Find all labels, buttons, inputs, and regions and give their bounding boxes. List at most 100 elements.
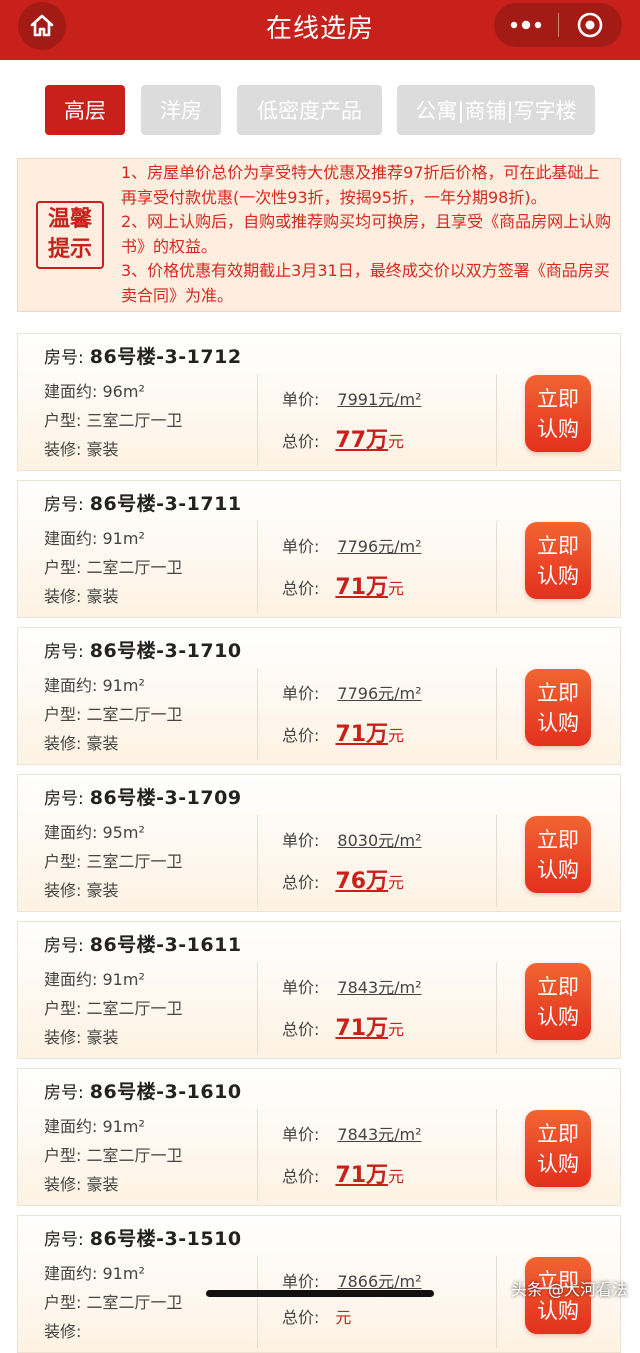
total-price-unit: 元 — [388, 432, 405, 451]
subscribe-button[interactable]: 立即 认购 — [525, 375, 591, 452]
tab-commercial[interactable]: 公寓|商铺|写字楼 — [397, 85, 595, 135]
unit-price-value: 7843元/m² — [337, 978, 422, 997]
area-label: 建面约: — [44, 1264, 98, 1283]
total-price-unit: 元 — [335, 1308, 352, 1327]
layout-row: 户型: 二室二厅一卫 — [44, 1289, 183, 1313]
notice-badge-line2: 提示 — [47, 237, 92, 262]
total-price-value: 71万 — [335, 1163, 389, 1188]
unit-price-value: 7866元/m² — [337, 1272, 422, 1291]
mini-program-capsule — [494, 3, 622, 47]
area-label: 建面约: — [44, 970, 98, 989]
subscribe-button[interactable]: 立即 认购 — [525, 1110, 591, 1187]
layout-label: 户型: — [44, 558, 82, 577]
notice-badge: 温馨 提示 — [36, 201, 104, 269]
unit-price-label: 单价: — [282, 831, 320, 850]
total-price-row: 总价: 77万元 — [282, 422, 404, 454]
room-number: 房号: 86号楼-3-1710 — [44, 636, 242, 663]
unit-price-label: 单价: — [282, 537, 320, 556]
listing-card[interactable]: 房号: 86号楼-3-1712 建面约: 96m² 户型: 三室二厅一卫装修: 豪装 单… — [17, 333, 621, 471]
unit-price-row: 单价: 7991元/m² — [282, 386, 422, 410]
room-value: 86号楼-3-1711 — [89, 493, 242, 515]
subscribe-button-line2: 认购 — [537, 416, 579, 441]
area-label: 建面约: — [44, 529, 98, 548]
subscribe-button[interactable]: 立即 认购 — [525, 816, 591, 893]
room-value: 86号楼-3-1610 — [89, 1081, 242, 1103]
room-value: 86号楼-3-1510 — [89, 1228, 242, 1250]
decor-label: 装修: — [44, 440, 82, 459]
layout-value: 二室二厅一卫 — [86, 705, 183, 724]
notice-line-1: 1、房屋单价总价为享受特大优惠及推荐97折后价格，可在此基础上再享受付款优惠(一… — [121, 163, 600, 207]
decor-value: 豪装 — [86, 440, 119, 459]
total-price-unit: 元 — [388, 579, 405, 598]
layout-label: 户型: — [44, 1146, 82, 1165]
listing-card[interactable]: 房号: 86号楼-3-1711 建面约: 91m² 户型: 二室二厅一卫装修: 豪装 单… — [17, 480, 621, 618]
area-value: 91m² — [102, 529, 145, 548]
room-label: 房号: — [44, 495, 84, 515]
decor-row: 装修: 豪装 — [44, 583, 119, 607]
total-price-value: 77万 — [335, 428, 389, 453]
unit-price-value: 8030元/m² — [337, 831, 422, 850]
more-button[interactable] — [494, 3, 558, 47]
total-price-label: 总价: — [282, 1020, 320, 1039]
column-divider — [257, 521, 258, 613]
column-divider — [496, 668, 497, 760]
decor-label: 装修: — [44, 734, 82, 753]
column-divider — [257, 1109, 258, 1201]
column-divider — [496, 1109, 497, 1201]
subscribe-button[interactable]: 立即 认购 — [525, 963, 591, 1040]
total-price-label: 总价: — [282, 432, 320, 451]
decor-label: 装修: — [44, 1028, 82, 1047]
room-number: 房号: 86号楼-3-1711 — [44, 489, 242, 516]
subscribe-button-line2: 认购 — [537, 1298, 579, 1323]
listing-card[interactable]: 房号: 86号楼-3-1709 建面约: 95m² 户型: 三室二厅一卫 装修: 豪装 单… — [17, 774, 621, 912]
column-divider — [496, 815, 497, 907]
layout-value: 二室二厅一卫 — [86, 558, 183, 577]
room-number: 房号: 86号楼-3-1709 — [44, 783, 242, 810]
unit-price-row: 单价: 7843元/m² — [282, 1121, 422, 1145]
layout-row: 户型: 二室二厅一卫 — [44, 1142, 183, 1166]
unit-price-value: 7796元/m² — [337, 537, 422, 556]
room-number: 房号: 86号楼-3-1712 — [44, 342, 242, 369]
area-label: 建面约: — [44, 382, 98, 401]
room-value: 86号楼-3-1709 — [89, 787, 242, 809]
total-price-unit: 元 — [388, 1167, 405, 1186]
decor-label: 装修: — [44, 1175, 82, 1194]
decor-label: 装修: — [44, 587, 82, 606]
unit-price-row: 单价: 7866元/m² — [282, 1268, 422, 1292]
unit-price-label: 单价: — [282, 390, 320, 409]
close-button[interactable] — [559, 3, 623, 47]
subscribe-button-line1: 立即 — [537, 1121, 579, 1146]
tab-villa-apartment[interactable]: 洋房 — [141, 85, 221, 135]
total-price-value: 71万 — [335, 1016, 389, 1041]
layout-row: 户型: 二室二厅一卫 — [44, 701, 183, 725]
area-label: 建面约: — [44, 1117, 98, 1136]
decor-row: 装修: 豪装 — [44, 1171, 119, 1195]
tab-high-rise[interactable]: 高层 — [45, 85, 125, 135]
area-row: 建面约: 96m² — [44, 378, 145, 402]
more-dots-icon — [510, 20, 541, 30]
tab-low-density[interactable]: 低密度产品 — [237, 85, 382, 135]
notice-box: 温馨 提示 1、房屋单价总价为享受特大优惠及推荐97折后价格，可在此基础上再享受… — [17, 158, 621, 312]
subscribe-button-line2: 认购 — [537, 1151, 579, 1176]
decor-row: 装修: 豪装 — [44, 730, 119, 754]
listing-card[interactable]: 房号: 86号楼-3-1611 建面约: 91m² 户型: 二室二厅一卫 装修: 豪装 单… — [17, 921, 621, 1059]
listing-card[interactable]: 房号: 86号楼-3-1710 建面约: 91m² 户型: 二室二厅一卫 装修: 豪装 单… — [17, 627, 621, 765]
total-price-row: 总价: 元 — [282, 1304, 351, 1329]
layout-label: 户型: — [44, 1293, 82, 1312]
area-value: 91m² — [102, 970, 145, 989]
watermark: 头条 @大河看法 — [510, 1280, 628, 1299]
area-row: 建面约: 91m² — [44, 966, 145, 990]
notice-text: 1、房屋单价总价为享受特大优惠及推荐97折后价格，可在此基础上再享受付款优惠(一… — [121, 161, 613, 308]
subscribe-button[interactable]: 立即 认购 — [525, 522, 591, 599]
area-row: 建面约: 91m² — [44, 672, 145, 696]
listing-card[interactable]: 房号: 86号楼-3-1610 建面约: 91m² 户型: 二室二厅一卫 装修: 豪装 单… — [17, 1068, 621, 1206]
layout-value: 二室二厅一卫 — [86, 1146, 183, 1165]
area-value: 91m² — [102, 676, 145, 695]
total-price-label: 总价: — [282, 579, 320, 598]
column-divider — [257, 668, 258, 760]
subscribe-button[interactable]: 立即 认购 — [525, 669, 591, 746]
decor-row: 装修: — [44, 1318, 81, 1342]
layout-row: 户型: 三室二厅一卫 — [44, 407, 183, 431]
decor-value: 豪装 — [86, 881, 119, 900]
area-row: 建面约: 95m² — [44, 819, 145, 843]
